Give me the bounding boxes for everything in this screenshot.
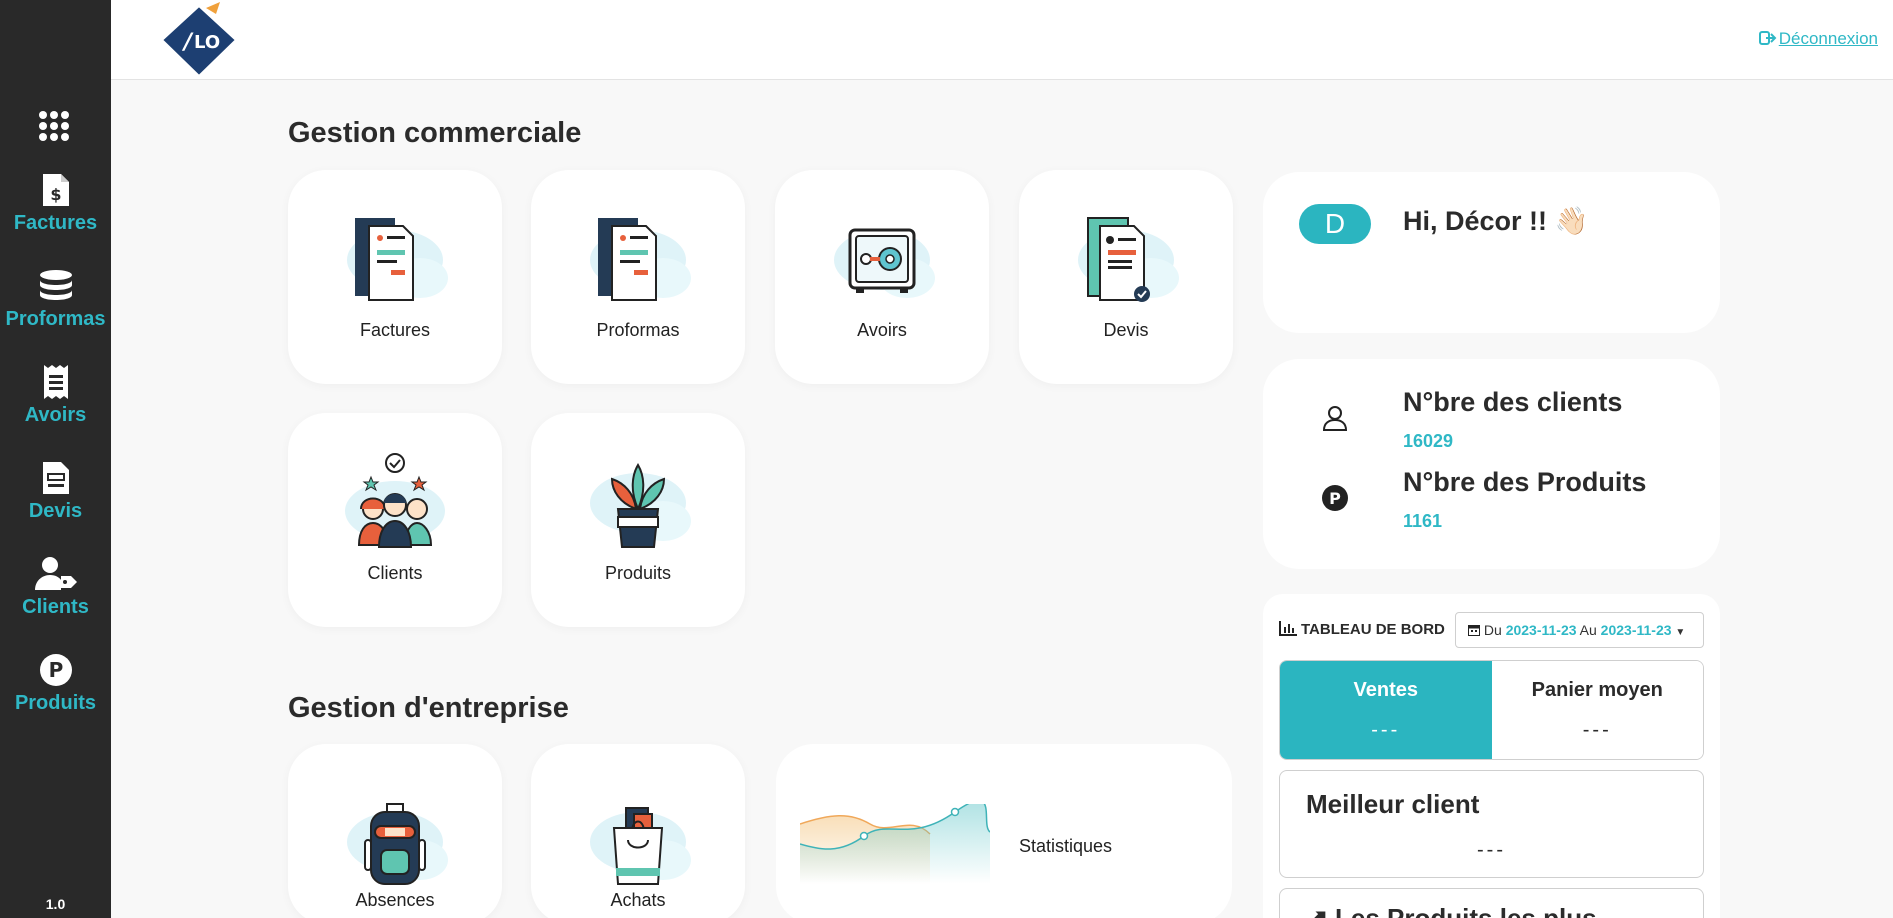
tile-proformas[interactable]: Proformas (531, 170, 745, 384)
counts-card: N°bre des clients 16029 P N°bre des Prod… (1263, 359, 1720, 569)
tile-label: Produits (604, 563, 672, 583)
quote-illustration-icon (1078, 217, 1179, 302)
clients-count-label: N°bre des clients (1403, 387, 1623, 417)
top-products-box: ⬈ Les Produits les plus (1279, 888, 1704, 918)
top-header: / LO Déconnexion (111, 0, 1893, 80)
tile-devis[interactable]: Devis (1019, 170, 1233, 384)
sidebar-item-label: Devis (28, 500, 83, 522)
tile-label: Proformas (596, 320, 680, 340)
tile-achats[interactable]: Achats (531, 744, 745, 918)
sidebar-item-produits[interactable]: P Produits (0, 652, 111, 715)
avatar[interactable]: D (1299, 204, 1371, 244)
receipt-icon (43, 365, 68, 399)
svg-text:P: P (48, 658, 63, 682)
sidebar-item-label: Avoirs (24, 404, 87, 426)
safe-illustration-icon (834, 228, 935, 298)
document-icon (42, 462, 69, 494)
apps-grid-icon[interactable] (38, 110, 70, 142)
svg-text:$: $ (50, 185, 61, 204)
bar-chart-icon (1279, 621, 1297, 636)
sidebar-item-label: Proformas (5, 308, 106, 330)
trend-icon: ⬈ (1306, 903, 1328, 918)
sidebar-item-proformas[interactable]: Proformas (0, 268, 111, 331)
tile-label: Factures (359, 320, 431, 340)
tile-absences[interactable]: Absences (288, 744, 502, 918)
sidebar-item-devis[interactable]: Devis (0, 460, 111, 523)
sidebar-item-avoirs[interactable]: Avoirs (0, 364, 111, 427)
shopping-bag-illustration-icon (590, 807, 691, 885)
section-title-entreprise: Gestion d'entreprise (288, 692, 569, 724)
kpi-segment: Ventes --- Panier moyen --- (1279, 660, 1704, 760)
clients-count-value: 16029 (1403, 431, 1454, 451)
tile-statistiques[interactable]: Statistiques (776, 744, 1232, 918)
product-p-icon: P (39, 654, 72, 686)
tile-label: Statistiques (1019, 836, 1113, 856)
dashboard-title: TABLEAU DE BORD (1279, 621, 1445, 638)
invoice-illustration-icon (347, 218, 448, 301)
sidebar-item-factures[interactable]: $ Factures (0, 172, 111, 235)
meilleur-client-label: Meilleur client (1306, 789, 1480, 819)
invoice-dollar-icon: $ (42, 174, 69, 206)
proforma-illustration-icon (590, 218, 691, 301)
clients-illustration-icon (345, 453, 445, 548)
tile-produits[interactable]: Produits (531, 413, 745, 627)
tile-label: Absences (355, 890, 435, 910)
top-products-label: ⬈ Les Produits les plus (1306, 903, 1597, 918)
statistics-chart-icon (800, 804, 990, 884)
tile-label: Achats (610, 890, 666, 910)
tile-factures[interactable]: Factures (288, 170, 502, 384)
logout-label: Déconnexion (1778, 29, 1878, 48)
app-version: 1.0 (45, 896, 66, 912)
date-range-dropdown[interactable]: Du 2023-11-23 Au 2023-11-23 ▼ (1455, 612, 1704, 648)
backpack-illustration-icon (347, 803, 448, 885)
greeting-text: Hi, Décor !! 👋🏻 (1403, 206, 1589, 236)
meilleur-client-box: Meilleur client --- (1279, 770, 1704, 878)
dashboard-panel: TABLEAU DE BORD Du 2023-11-23 Au 2023-11… (1263, 594, 1720, 918)
sidebar-item-label: Produits (14, 692, 97, 714)
tile-label: Avoirs (857, 320, 907, 340)
user-tag-icon (34, 557, 77, 590)
calendar-icon (1468, 625, 1480, 636)
svg-text:P: P (1329, 489, 1341, 508)
sidebar-item-clients[interactable]: Clients (0, 556, 111, 619)
meilleur-client-value: --- (1477, 839, 1506, 861)
greeting-card: D Hi, Décor !! 👋🏻 (1263, 172, 1720, 333)
section-title-commerciale: Gestion commerciale (288, 117, 582, 149)
sidebar-item-label: Factures (13, 212, 98, 234)
sign-out-icon (1758, 31, 1777, 45)
tile-label: Devis (1103, 320, 1149, 340)
logout-link[interactable]: Déconnexion (1758, 29, 1878, 49)
panier-moyen-tab[interactable]: Panier moyen --- (1491, 661, 1703, 759)
svg-text:LO: LO (194, 32, 220, 53)
user-icon (1322, 406, 1348, 431)
tile-clients[interactable]: Clients (288, 413, 502, 627)
ventes-tab[interactable]: Ventes --- (1280, 661, 1492, 759)
products-count-value: 1161 (1403, 511, 1443, 531)
caret-down-icon: ▼ (1675, 627, 1686, 638)
sidebar-item-label: Clients (22, 596, 89, 618)
product-p-icon: P (1322, 485, 1348, 511)
tile-label: Clients (367, 563, 423, 583)
coins-icon (39, 270, 72, 300)
sidebar: $ Factures Proformas Avoirs Devis Client… (0, 0, 111, 918)
company-logo[interactable]: / LO (156, 2, 242, 78)
products-count-label: N°bre des Produits (1403, 467, 1647, 497)
plant-pot-illustration-icon (590, 463, 691, 548)
tile-avoirs[interactable]: Avoirs (775, 170, 989, 384)
